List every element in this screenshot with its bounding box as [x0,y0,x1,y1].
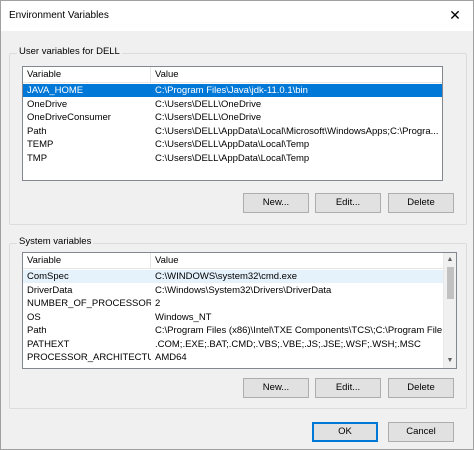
ok-button[interactable]: OK [312,422,378,442]
value-cell: 2 [155,298,161,309]
value-cell: C:\Users\DELL\OneDrive [155,98,262,110]
table-row[interactable]: ComSpec C:\WINDOWS\system32\cmd.exe [23,270,443,283]
table-row[interactable]: TEMP C:\Users\DELL\AppData\Local\Temp [23,138,442,151]
table-row[interactable]: NUMBER_OF_PROCESSORS 2 [23,297,443,310]
table-row[interactable]: PATHEXT .COM;.EXE;.BAT;.CMD;.VBS;.VBE;.JS… [23,338,443,351]
variable-cell: TEMP [27,139,54,150]
value-cell: Windows_NT [155,311,212,323]
table-row[interactable]: TMP C:\Users\DELL\AppData\Local\Temp [23,152,442,165]
system-list-header: Variable Value [23,253,443,269]
system-variables-list[interactable]: Variable Value ComSpec C:\WINDOWS\system3… [22,252,457,369]
variable-cell: JAVA_HOME [27,85,84,96]
variable-cell: Path [27,125,47,137]
variable-cell: TMP [27,152,48,164]
column-header-variable[interactable]: Variable [23,253,151,269]
user-delete-button[interactable]: Delete [388,193,454,213]
variable-cell: OneDrive [27,98,68,110]
environment-variables-dialog: Environment Variables ✕ User variables f… [0,0,474,450]
user-variables-label: User variables for DELL [17,46,122,57]
value-cell: .COM;.EXE;.BAT;.CMD;.VBS;.VBE;.JS;.JSE;.… [155,338,421,350]
scroll-down-arrow-icon[interactable]: ▼ [444,354,456,368]
variable-cell: OneDriveConsumer [27,112,111,123]
title-bar: Environment Variables ✕ [1,1,473,31]
column-header-value[interactable]: Value [151,67,442,83]
window-title: Environment Variables [9,10,109,21]
user-edit-button[interactable]: Edit... [315,193,381,213]
variable-cell: PATHEXT [27,338,70,350]
close-icon[interactable]: ✕ [445,5,465,25]
table-row[interactable]: Path C:\Program Files (x86)\Intel\TXE Com… [23,324,443,337]
column-header-variable[interactable]: Variable [23,67,151,83]
value-cell: C:\Users\DELL\AppData\Local\Microsoft\Wi… [155,125,439,137]
user-list-header: Variable Value [23,67,442,83]
value-cell: C:\WINDOWS\system32\cmd.exe [155,271,297,282]
scrollbar-thumb[interactable] [447,267,454,299]
scroll-up-arrow-icon[interactable]: ▲ [444,253,456,267]
user-new-button[interactable]: New... [243,193,309,213]
value-cell: C:\Users\DELL\AppData\Local\Temp [155,139,310,150]
system-edit-button[interactable]: Edit... [315,378,381,398]
system-list-scrollbar[interactable]: ▲ ▼ [443,253,456,368]
column-header-value[interactable]: Value [151,253,443,269]
system-variables-label: System variables [17,236,94,247]
variable-cell: NUMBER_OF_PROCESSORS [27,298,151,309]
system-delete-button[interactable]: Delete [388,378,454,398]
variable-cell: OS [27,311,41,323]
variable-cell: PROCESSOR_ARCHITECTURE [27,352,151,363]
value-cell: AMD64 [155,352,187,363]
table-row[interactable]: OS Windows_NT [23,311,443,324]
cancel-button[interactable]: Cancel [388,422,454,442]
table-row[interactable]: OneDriveConsumer C:\Users\DELL\OneDrive [23,111,442,124]
variable-cell: DriverData [27,284,73,296]
variable-cell: ComSpec [27,271,69,282]
table-row[interactable]: OneDrive C:\Users\DELL\OneDrive [23,98,442,111]
table-row[interactable]: JAVA_HOME C:\Program Files\Java\jdk-11.0.… [23,84,442,97]
user-variables-list[interactable]: Variable Value JAVA_HOME C:\Program Files… [22,66,443,181]
system-new-button[interactable]: New... [243,378,309,398]
value-cell: C:\Users\DELL\AppData\Local\Temp [155,152,310,164]
value-cell: C:\Windows\System32\Drivers\DriverData [155,284,332,296]
variable-cell: Path [27,325,47,336]
table-row[interactable]: PROCESSOR_ARCHITECTURE AMD64 [23,351,443,364]
value-cell: C:\Users\DELL\OneDrive [155,112,262,123]
value-cell: C:\Program Files\Java\jdk-11.0.1\bin [155,85,308,96]
table-row[interactable]: Path C:\Users\DELL\AppData\Local\Microsof… [23,125,442,138]
value-cell: C:\Program Files (x86)\Intel\TXE Compone… [155,325,443,336]
table-row[interactable]: DriverData C:\Windows\System32\Drivers\Dr… [23,284,443,297]
